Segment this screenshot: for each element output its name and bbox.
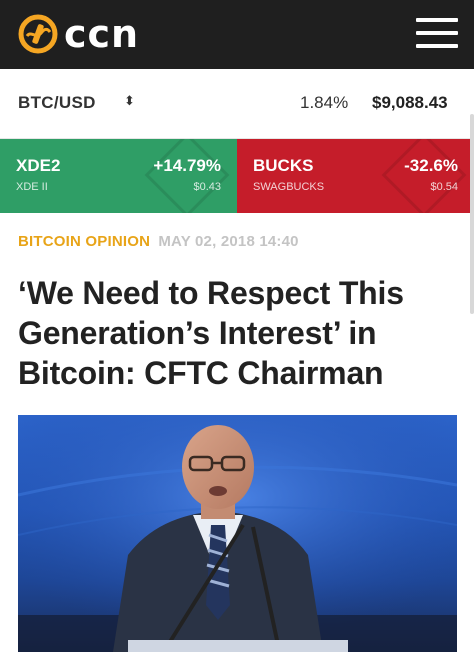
category-link[interactable]: BITCOIN OPINION — [18, 233, 150, 250]
card-decoration — [381, 139, 467, 213]
hero-image[interactable] — [18, 415, 457, 652]
coin-card-bucks[interactable]: BUCKS -32.6% SWAGBUCKS $0.54 — [237, 139, 474, 213]
coin-cards: XDE2 +14.79% XDE II $0.43 BUCKS -32.6% S… — [0, 139, 474, 213]
coin-change: +14.79% — [153, 156, 221, 175]
ccn-logo-icon — [18, 14, 58, 54]
sort-caret-icon[interactable]: ⬍ — [124, 93, 135, 109]
coin-card-xde2[interactable]: XDE2 +14.79% XDE II $0.43 — [0, 139, 237, 213]
logo-wordmark: ccn — [64, 12, 140, 56]
price-ticker: BTC/USD ⬍ 1.84% $9,088.43 — [0, 69, 474, 139]
coin-name: SWAGBUCKS — [253, 181, 325, 193]
coin-price: $0.43 — [193, 181, 221, 193]
current-price: $9,088.43 — [372, 93, 448, 112]
speaker-illustration — [18, 415, 457, 652]
coin-symbol: XDE2 — [16, 156, 61, 175]
hamburger-menu-icon[interactable] — [416, 16, 458, 50]
article-headline[interactable]: ‘We Need to Respect This Generation’s In… — [18, 273, 458, 393]
coin-symbol: BUCKS — [253, 156, 314, 175]
currency-pair[interactable]: BTC/USD — [18, 93, 96, 113]
scrollbar[interactable] — [470, 114, 474, 314]
article-meta: BITCOIN OPINION MAY 02, 2018 14:40 — [18, 233, 299, 250]
coin-name: XDE II — [16, 181, 48, 193]
coin-change: -32.6% — [404, 156, 458, 175]
publish-date: MAY 02, 2018 14:40 — [158, 233, 299, 250]
price-change-percent: 1.84% — [300, 93, 349, 112]
coin-price: $0.54 — [430, 181, 458, 193]
top-navigation-bar: ccn — [0, 0, 474, 69]
site-logo[interactable]: ccn — [18, 14, 139, 54]
card-decoration — [144, 139, 230, 213]
